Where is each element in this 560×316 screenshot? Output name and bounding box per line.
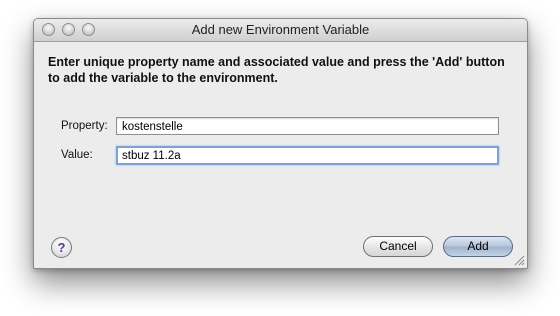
help-icon[interactable]: ? — [51, 237, 72, 258]
title-bar[interactable]: Add new Environment Variable — [34, 19, 527, 42]
cancel-button[interactable]: Cancel — [363, 236, 433, 257]
add-env-variable-dialog: Add new Environment Variable Enter uniqu… — [33, 18, 528, 269]
add-button[interactable]: Add — [443, 236, 513, 257]
window-title: Add new Environment Variable — [191, 22, 370, 37]
resize-grip-icon[interactable] — [514, 255, 525, 266]
value-label: Value: — [61, 149, 93, 161]
property-input[interactable] — [116, 117, 499, 135]
value-input[interactable] — [116, 146, 499, 165]
instructions-text: Enter unique property name and associate… — [48, 55, 505, 85]
property-label: Property: — [61, 120, 108, 132]
